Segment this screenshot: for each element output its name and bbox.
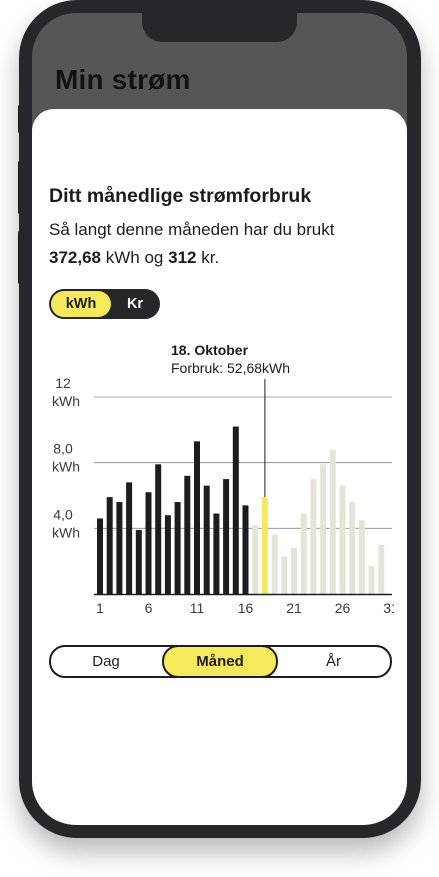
- y-tick-label: 12: [55, 375, 71, 391]
- x-tick-label: 11: [190, 600, 205, 616]
- x-tick-label: 26: [335, 600, 351, 616]
- chart-bar: [349, 502, 356, 594]
- tooltip-usage: Forbruk: 52,68kWh: [171, 360, 290, 376]
- chart-bar: [281, 556, 288, 594]
- chart-bar: [116, 502, 123, 594]
- chart-bar: [155, 464, 162, 594]
- chart-bar: [320, 464, 327, 594]
- chart-bar: [368, 566, 375, 594]
- chart-bar: [339, 485, 346, 594]
- chart-bar: [300, 513, 307, 594]
- page-title: Min strøm: [55, 64, 191, 95]
- y-tick-unit: kWh: [52, 524, 80, 540]
- summary-prefix: Så langt denne måneden har du brukt: [49, 220, 335, 239]
- x-tick-label: 21: [286, 600, 302, 616]
- phone-screen: Min strøm Ditt månedlige strømforbruk Så…: [32, 13, 407, 825]
- usage-summary: Så langt denne måneden har du brukt 372,…: [49, 216, 389, 271]
- period-option-year[interactable]: År: [277, 647, 390, 676]
- chart-bar: [203, 485, 210, 594]
- chart-bar: [378, 544, 385, 594]
- x-tick-label: 31: [383, 600, 394, 616]
- chart-bar: [329, 449, 336, 594]
- x-tick-label: 1: [96, 600, 104, 616]
- unit-option-kwh[interactable]: kWh: [51, 291, 111, 317]
- chart-bar: [126, 482, 133, 594]
- y-tick-unit: kWh: [52, 459, 80, 475]
- chart-bar: [310, 479, 317, 594]
- kr-value: 312: [168, 247, 197, 267]
- unit-option-kr[interactable]: Kr: [115, 289, 155, 319]
- x-tick-label: 6: [145, 600, 153, 616]
- kwh-value: 372,68: [49, 247, 101, 267]
- y-tick-label: 8,0: [53, 441, 73, 457]
- chart-bar: [194, 441, 200, 594]
- tooltip-date: 18. Oktober: [171, 342, 249, 358]
- chart-bar: [97, 518, 103, 594]
- usage-bar-chart: 12kWh8,0kWh4,0kWh 161116212631 18. Oktob…: [52, 342, 394, 616]
- notch: [142, 13, 297, 42]
- chart-bar: [252, 525, 259, 594]
- chart-bar: [145, 492, 152, 594]
- unit-toggle: kWh Kr: [49, 289, 160, 319]
- chart-bar: [164, 515, 171, 594]
- chart-bar: [223, 479, 230, 594]
- sheet-title: Ditt månedlige strømforbruk: [49, 185, 312, 207]
- period-option-day[interactable]: Dag: [51, 647, 161, 676]
- y-tick-unit: kWh: [52, 393, 80, 409]
- chart-bar: [291, 548, 297, 594]
- kwh-unit: kWh og: [105, 247, 164, 267]
- usage-sheet: Ditt månedlige strømforbruk Så langt den…: [32, 109, 407, 825]
- period-option-month[interactable]: Måned: [162, 645, 278, 678]
- kr-unit: kr.: [201, 247, 220, 267]
- chart-bar: [271, 534, 278, 594]
- chart-bar: [358, 520, 365, 594]
- chart-bar: [184, 475, 191, 594]
- chart-bar: [232, 426, 239, 594]
- chart-bar: [261, 497, 268, 594]
- chart-bar: [213, 513, 220, 594]
- chart-bar: [174, 502, 181, 594]
- period-toggle: Dag Måned År: [49, 645, 392, 678]
- chart-bar: [135, 529, 142, 594]
- x-tick-label: 16: [238, 600, 254, 616]
- chart-bar: [106, 497, 113, 594]
- chart-bar: [242, 505, 249, 594]
- y-tick-label: 4,0: [53, 506, 73, 522]
